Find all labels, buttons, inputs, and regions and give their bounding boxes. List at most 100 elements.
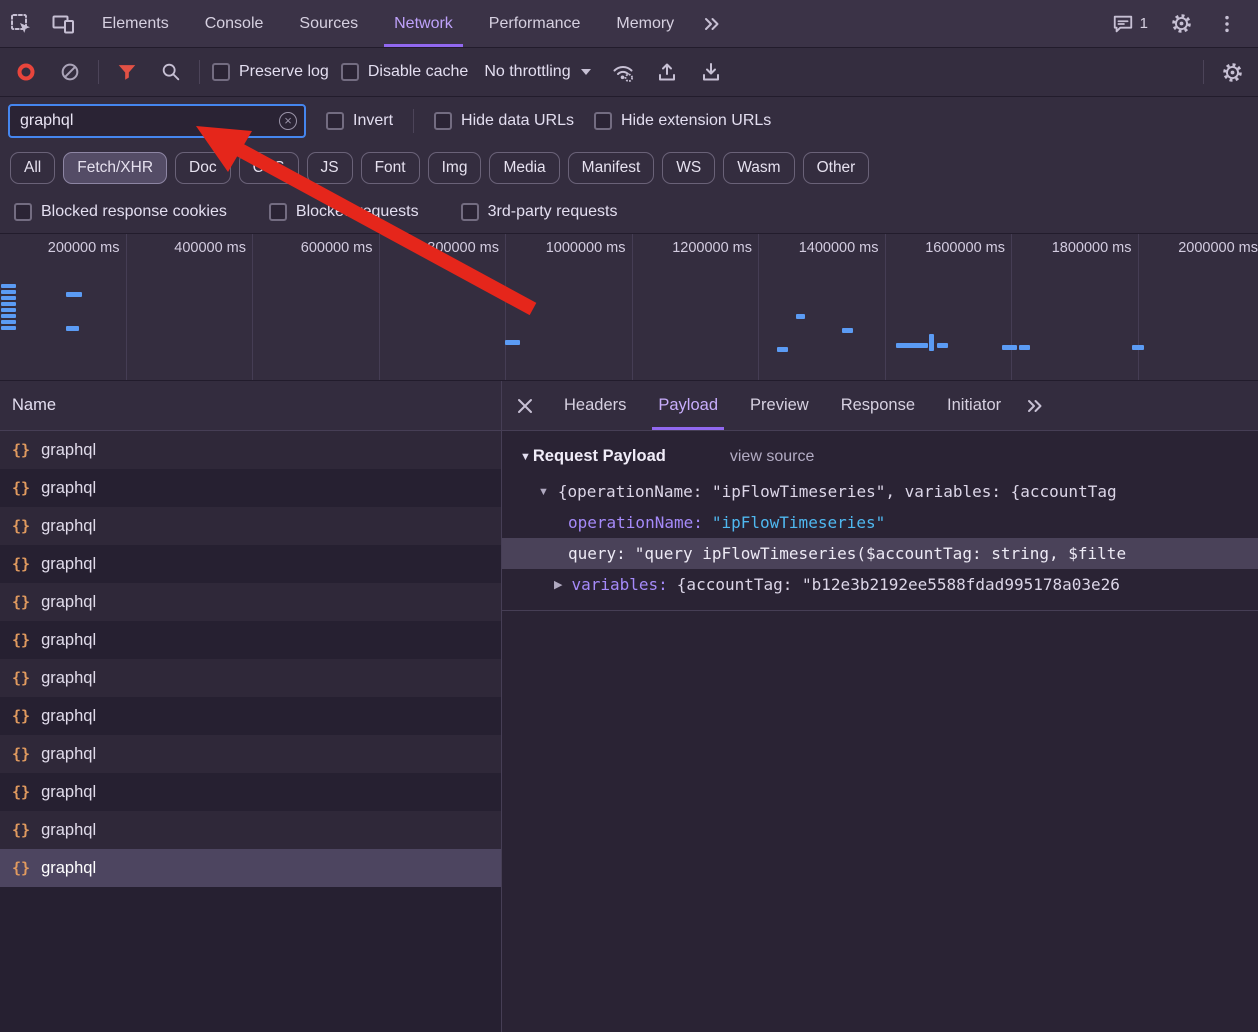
request-row[interactable]: {} graphql [0,659,501,697]
xhr-type-icon: {} [12,669,30,687]
more-detail-tabs-button[interactable] [1017,396,1053,416]
details-tab-list: HeadersPayloadPreviewResponseInitiator [548,381,1017,430]
preserve-log-checkbox[interactable]: Preserve log [212,63,329,81]
tab-performance[interactable]: Performance [471,0,599,47]
network-conditions-button[interactable] [607,56,639,88]
request-row[interactable]: {}graphql [0,697,501,735]
request-table-panel: Name {} graphql {} graphql {} graphql {} graphq… [0,381,502,1032]
request-row[interactable]: {}graphql [0,811,501,849]
request-row[interactable]: {}graphql [0,735,501,773]
device-toolbar-button[interactable] [42,0,84,47]
chip-font[interactable]: Font [361,152,420,184]
request-row[interactable]: {}graphql [0,469,501,507]
chip-fetch-xhr[interactable]: Fetch/XHR [63,152,167,184]
request-row[interactable]: {}graphql [0,507,501,545]
waterfall-bar [505,340,520,345]
view-source-link[interactable]: view source [730,448,814,466]
chip-wasm[interactable]: Wasm [723,152,794,184]
hide-extension-urls-checkbox[interactable]: Hide extension URLs [594,112,771,130]
details-tab-response[interactable]: Response [825,381,931,430]
close-details-button[interactable] [502,381,548,430]
menu-button[interactable] [1206,13,1248,35]
expander-open-icon[interactable]: ▼ [538,486,549,498]
tab-console[interactable]: Console [187,0,282,47]
invert-checkbox[interactable]: Invert [326,112,393,130]
settings-button[interactable] [1160,12,1202,35]
tab-sources[interactable]: Sources [281,0,376,47]
payload-variables-row[interactable]: ▶ variables: {accountTag: "b12e3b2192ee5… [502,569,1258,600]
invert-label: Invert [353,112,393,130]
payload-operation-row[interactable]: operationName: "ipFlowTimeseries" [502,507,1258,538]
disable-cache-checkbox[interactable]: Disable cache [341,63,469,81]
json-object-preview: {accountTag: "b12e3b2192ee5588fdad995178… [677,575,1120,594]
network-main-area: Name {} graphql {} graphql {} graphql {} graphq… [0,381,1258,1032]
throttling-select[interactable]: No throttling [480,63,594,81]
xhr-type-icon: {} [12,783,30,801]
gear-icon [1170,12,1193,35]
chip-img[interactable]: Img [428,152,482,184]
inspect-element-button[interactable] [0,0,42,47]
toolbar-divider [1203,60,1204,84]
gear-icon [1221,61,1244,84]
payload-root-row[interactable]: ▼ {operationName: "ipFlowTimeseries", va… [502,476,1258,507]
chip-ws[interactable]: WS [662,152,715,184]
expander-closed-icon[interactable]: ▶ [554,578,562,591]
export-har-icon [699,60,723,84]
request-row[interactable]: {} graphql [0,773,501,811]
payload-query-row-selected[interactable]: query: "query ipFlowTimeseries($accountT… [502,538,1258,569]
network-overview-timeline[interactable]: 200000 ms400000 ms600000 ms800000 ms1000… [0,233,1258,381]
filter-divider [413,109,414,133]
request-name: graphql [41,555,96,574]
blocked-response-cookies-checkbox[interactable]: Blocked response cookies [14,203,227,221]
tab-network[interactable]: Network [376,0,471,47]
chip-doc[interactable]: Doc [175,152,231,184]
details-tab-payload[interactable]: Payload [642,381,734,430]
clear-filter-icon[interactable]: × [279,112,297,130]
search-network-button[interactable] [155,56,187,88]
chip-css[interactable]: CSS [239,152,299,184]
xhr-type-icon: {} [12,517,30,535]
chip-other[interactable]: Other [803,152,870,184]
request-row[interactable]: {}graphql [0,583,501,621]
request-details-panel: HeadersPayloadPreviewResponseInitiator ▼… [502,381,1258,1032]
details-tab-initiator[interactable]: Initiator [931,381,1017,430]
request-name: graphql [41,783,96,802]
request-name: graphql [41,479,96,498]
request-name: graphql [41,745,96,764]
checkbox-icon [14,203,32,221]
chip-all[interactable]: All [10,152,55,184]
request-row[interactable]: {}graphql [0,431,501,469]
import-har-icon [655,60,679,84]
blocked-requests-checkbox[interactable]: Blocked requests [269,203,419,221]
record-network-log-button[interactable] [10,56,42,88]
more-panels-button[interactable] [692,0,732,47]
xhr-type-icon: {} [12,441,30,459]
waterfall-bar [929,334,934,351]
request-payload-section[interactable]: ▼ Request Payload view source [502,443,1258,476]
third-party-requests-checkbox[interactable]: 3rd-party requests [461,203,618,221]
throttling-value: No throttling [484,63,570,81]
request-row[interactable]: {}graphql [0,621,501,659]
details-tab-preview[interactable]: Preview [734,381,825,430]
hide-data-urls-checkbox[interactable]: Hide data URLs [434,112,574,130]
request-name: graphql [41,669,96,688]
tab-elements[interactable]: Elements [84,0,187,47]
export-har-button[interactable] [695,56,727,88]
issues-button[interactable]: 1 [1104,13,1156,35]
tab-memory[interactable]: Memory [598,0,692,47]
network-settings-button[interactable] [1216,56,1248,88]
chip-media[interactable]: Media [489,152,559,184]
chip-manifest[interactable]: Manifest [568,152,655,184]
filter-toggle-button[interactable] [111,56,143,88]
section-expander-icon[interactable]: ▼ [520,451,531,463]
filter-bar: × Invert Hide data URLs Hide extension U… [0,97,1258,145]
request-row[interactable]: {}graphql [0,849,501,887]
details-tab-headers[interactable]: Headers [548,381,642,430]
request-row[interactable]: {}graphql [0,545,501,583]
network-filter-input[interactable] [10,106,304,136]
chip-js[interactable]: JS [307,152,353,184]
clear-network-log-button[interactable] [54,56,86,88]
import-har-button[interactable] [651,56,683,88]
network-conditions-icon [611,60,635,84]
name-column-header[interactable]: Name [0,381,501,431]
